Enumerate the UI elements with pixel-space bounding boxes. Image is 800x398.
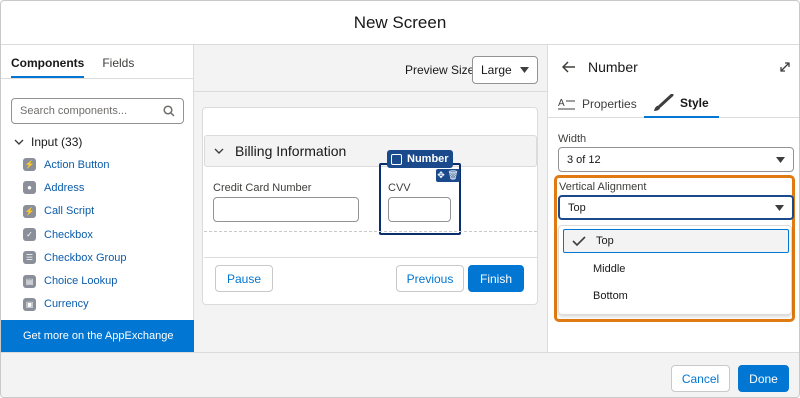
credit-card-label: Credit Card Number: [213, 182, 312, 194]
preview-size-label: Preview Size: [405, 63, 475, 77]
modal-footer: Cancel Done: [1, 352, 799, 397]
svg-text:A: A: [558, 98, 565, 109]
vertical-alignment-select[interactable]: Top: [558, 195, 794, 220]
new-screen-modal: New Screen Components Fields Search comp…: [0, 0, 800, 398]
panel-title: Number: [588, 59, 638, 75]
tab-style-label: Style: [680, 95, 709, 110]
modal-header: New Screen: [1, 1, 799, 45]
finish-button[interactable]: Finish: [468, 265, 524, 292]
checkbox-icon: ✓: [23, 228, 36, 242]
checkbox-group-icon: ☰: [23, 251, 36, 265]
component-label: Call Script: [44, 205, 95, 218]
search-placeholder: Search components...: [20, 105, 128, 117]
group-input-toggle[interactable]: Input (33): [13, 135, 82, 149]
vertical-alignment-value: Top: [568, 201, 586, 214]
component-label: Action Button: [44, 158, 110, 171]
caret-down-icon: [775, 204, 784, 211]
lookup-icon: ▤: [23, 274, 36, 288]
paintbrush-icon: [654, 93, 674, 111]
option-label: Bottom: [593, 290, 628, 302]
back-arrow-icon[interactable]: [562, 61, 576, 73]
preview-footer-divider: [204, 257, 537, 258]
search-icon: [163, 105, 175, 117]
screen-preview: Billing Information Credit Card Number N…: [202, 107, 538, 305]
tab-fields[interactable]: Fields: [102, 56, 134, 78]
section-billing-information[interactable]: Billing Information: [204, 135, 537, 167]
width-select[interactable]: 3 of 12: [558, 147, 794, 172]
caret-down-icon: [776, 156, 785, 163]
cancel-button[interactable]: Cancel: [671, 365, 730, 392]
component-label: Currency: [44, 298, 89, 311]
lightning-icon: ⚡: [23, 204, 36, 218]
component-label: Checkbox: [44, 228, 93, 241]
panel-tabs: A Properties Style: [548, 89, 799, 118]
check-icon: [572, 235, 586, 246]
panel-header: Number: [548, 45, 799, 89]
group-label: Input (33): [31, 135, 83, 149]
tab-style[interactable]: Style: [644, 89, 719, 118]
option-middle[interactable]: Middle: [563, 257, 789, 281]
number-icon: [391, 153, 402, 165]
canvas-toolbar: Preview Size Large: [194, 45, 547, 92]
vertical-alignment-dropdown: Top Middle Bottom: [558, 225, 792, 315]
properties-icon: A: [558, 98, 575, 109]
caret-down-icon: [520, 67, 529, 73]
preview-size-select[interactable]: Large: [472, 56, 538, 84]
component-label: Choice Lookup: [44, 275, 118, 288]
cvv-input[interactable]: [388, 197, 451, 222]
option-top[interactable]: Top: [563, 229, 789, 253]
divider: [204, 231, 537, 232]
badge-label: Number: [407, 153, 449, 165]
option-label: Middle: [593, 263, 626, 275]
tab-properties-label: Properties: [582, 96, 637, 111]
component-currency[interactable]: ▣ Currency: [23, 293, 127, 316]
tab-components[interactable]: Components: [11, 56, 85, 78]
chevron-down-icon: [14, 139, 24, 145]
component-address[interactable]: ● Address: [23, 176, 127, 199]
preview-size-value: Large: [481, 63, 512, 77]
width-value: 3 of 12: [567, 153, 601, 166]
width-label: Width: [558, 133, 587, 145]
lightning-icon: ⚡: [23, 158, 36, 172]
component-action-button[interactable]: ⚡ Action Button: [23, 153, 127, 176]
component-list: ⚡ Action Button ● Address ⚡ Call Script …: [23, 153, 127, 316]
components-panel: Components Fields Search components... I…: [1, 45, 194, 352]
selected-component-badge: Number: [387, 150, 453, 168]
previous-button[interactable]: Previous: [396, 265, 464, 292]
component-label: Checkbox Group: [44, 251, 127, 264]
currency-icon: ▣: [23, 297, 36, 311]
component-choice-lookup[interactable]: ▤ Choice Lookup: [23, 269, 127, 292]
component-checkbox[interactable]: ✓ Checkbox: [23, 223, 127, 246]
component-checkbox-group[interactable]: ☰ Checkbox Group: [23, 246, 127, 269]
cvv-label: CVV: [388, 182, 411, 194]
option-bottom[interactable]: Bottom: [563, 284, 789, 308]
component-call-script[interactable]: ⚡ Call Script: [23, 200, 127, 223]
component-tools: ✥ 🗑: [436, 169, 460, 182]
search-input[interactable]: Search components...: [11, 98, 184, 124]
chevron-down-icon: [214, 148, 224, 154]
appexchange-link[interactable]: Get more on the AppExchange: [1, 320, 194, 352]
section-title: Billing Information: [235, 143, 347, 159]
tab-properties[interactable]: A Properties: [558, 89, 637, 118]
option-label: Top: [596, 235, 614, 247]
done-button[interactable]: Done: [738, 365, 789, 392]
screen-canvas: Preview Size Large Billing Information C…: [194, 45, 547, 352]
expand-icon[interactable]: [779, 61, 791, 73]
properties-panel: Number A Properties Style Width 3 of 12 …: [547, 45, 799, 352]
modal-title: New Screen: [353, 12, 447, 32]
panel-tabs: Components Fields: [1, 45, 193, 79]
component-label: Address: [44, 181, 85, 194]
pause-button[interactable]: Pause: [215, 265, 273, 292]
move-icon[interactable]: ✥: [437, 170, 445, 181]
delete-icon[interactable]: 🗑: [447, 170, 458, 181]
location-pin-icon: ●: [23, 181, 36, 195]
credit-card-input[interactable]: [213, 197, 359, 222]
vertical-alignment-label: Vertical Alignment: [559, 181, 647, 193]
